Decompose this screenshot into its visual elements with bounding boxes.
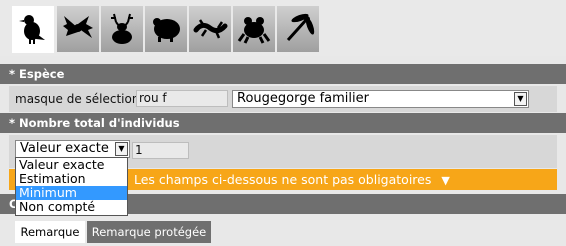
frog-icon (236, 10, 272, 49)
tab-bird[interactable] (12, 6, 54, 53)
tab-dragonfly[interactable] (277, 6, 319, 52)
dropdown-option[interactable]: Non compté (16, 200, 127, 214)
espece-section-header: * Espèce (0, 64, 566, 84)
count-type-select[interactable]: Valeur exacte ▼ (15, 140, 130, 158)
chevron-down-icon[interactable]: ▼ (115, 142, 128, 156)
tab-bat[interactable] (57, 6, 99, 52)
bat-icon (60, 10, 96, 49)
tab-lizard[interactable] (189, 6, 231, 52)
optional-fields-text: Les champs ci-dessous ne sont pas obliga… (134, 172, 432, 187)
chevron-down-icon[interactable]: ▼ (514, 92, 527, 106)
count-input[interactable]: 1 (132, 142, 189, 159)
tab-frog[interactable] (233, 6, 275, 52)
tab-deer[interactable] (101, 6, 143, 52)
tab-rodent[interactable] (145, 6, 187, 52)
triangle-down-icon: ▼ (441, 174, 450, 187)
nombre-section-header: * Nombre total d'individus (0, 113, 566, 133)
rodent-icon (148, 10, 184, 49)
bird-icon (15, 10, 51, 49)
espece-row: masque de sélection rou f Rougegorge fam… (9, 86, 557, 112)
species-select-value: Rougegorge familier (237, 91, 369, 106)
dropdown-option[interactable]: Estimation (16, 172, 127, 186)
dropdown-option-selected[interactable]: Minimum (16, 186, 127, 200)
mask-label: masque de sélection (15, 92, 140, 106)
species-select[interactable]: Rougegorge familier ▼ (232, 90, 529, 108)
dropdown-option[interactable]: Valeur exacte (16, 158, 127, 172)
tab-remarque-protegee[interactable]: Remarque protégée (87, 221, 211, 243)
tab-remarque[interactable]: Remarque (15, 221, 85, 243)
taxon-tab-bar (0, 0, 566, 56)
count-type-dropdown-list: Valeur exacte Estimation Minimum Non com… (15, 157, 128, 216)
dragonfly-icon (280, 10, 316, 49)
lizard-icon (192, 10, 228, 49)
mask-input[interactable]: rou f (136, 90, 228, 107)
deer-icon (104, 10, 140, 49)
count-type-value: Valeur exacte (20, 141, 109, 156)
